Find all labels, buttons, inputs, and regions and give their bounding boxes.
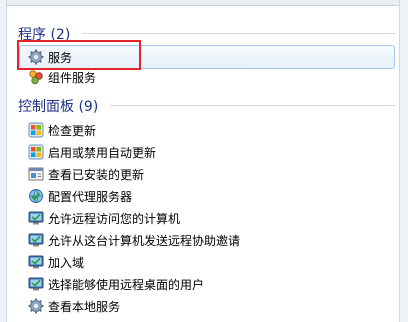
- result-item-component-services[interactable]: 组件服务: [28, 66, 96, 88]
- result-item-join-domain[interactable]: 加入域: [28, 251, 84, 273]
- section-divider: [110, 105, 396, 106]
- result-item-label: 配置代理服务器: [48, 189, 133, 204]
- result-item-remote-assistance[interactable]: 允许从这台计算机发送远程协助邀请: [28, 229, 240, 251]
- component-services-icon: [28, 69, 44, 85]
- section-title-programs: 程序 (2): [18, 27, 71, 43]
- result-item-label: 服务: [48, 50, 73, 65]
- result-item-label: 检查更新: [48, 123, 97, 138]
- section-title-control-panel: 控制面板 (9): [18, 99, 99, 115]
- remote-computer-icon: [28, 210, 44, 226]
- remote-computer-icon: [28, 254, 44, 270]
- windows-update-icon: [28, 122, 44, 138]
- result-item-label: 选择能够使用远程桌面的用户: [48, 277, 205, 292]
- result-item-label: 查看本地服务: [48, 299, 121, 314]
- result-item-label: 加入域: [48, 255, 85, 270]
- gear-icon: [28, 49, 44, 65]
- result-item-local-services[interactable]: 查看本地服务: [28, 295, 120, 317]
- proxy-network-icon: [28, 188, 44, 204]
- remote-computer-icon: [28, 276, 44, 292]
- result-item-installed-updates[interactable]: 查看已安装的更新: [28, 163, 144, 185]
- windows-update-icon: [28, 144, 44, 160]
- section-divider: [82, 33, 396, 34]
- result-item-remote-desktop-users[interactable]: 选择能够使用远程桌面的用户: [28, 273, 204, 295]
- window-left-edge: [0, 0, 7, 322]
- result-item-check-updates[interactable]: 检查更新: [28, 119, 96, 141]
- installed-updates-icon: [28, 166, 44, 182]
- gear-icon: [28, 298, 44, 314]
- result-item-label: 启用或禁用自动更新: [48, 145, 157, 160]
- window-top-edge: [0, 0, 408, 6]
- result-item-label: 查看已安装的更新: [48, 167, 145, 182]
- result-item-proxy[interactable]: 配置代理服务器: [28, 185, 132, 207]
- result-item-remote-access[interactable]: 允许远程访问您的计算机: [28, 207, 180, 229]
- result-item-auto-update[interactable]: 启用或禁用自动更新: [28, 141, 156, 163]
- result-item-label: 允许从这台计算机发送远程协助邀请: [48, 233, 241, 248]
- result-item-label: 组件服务: [48, 70, 97, 85]
- window-right-edge: [399, 0, 408, 322]
- result-item-label: 允许远程访问您的计算机: [48, 211, 181, 226]
- remote-computer-icon: [28, 232, 44, 248]
